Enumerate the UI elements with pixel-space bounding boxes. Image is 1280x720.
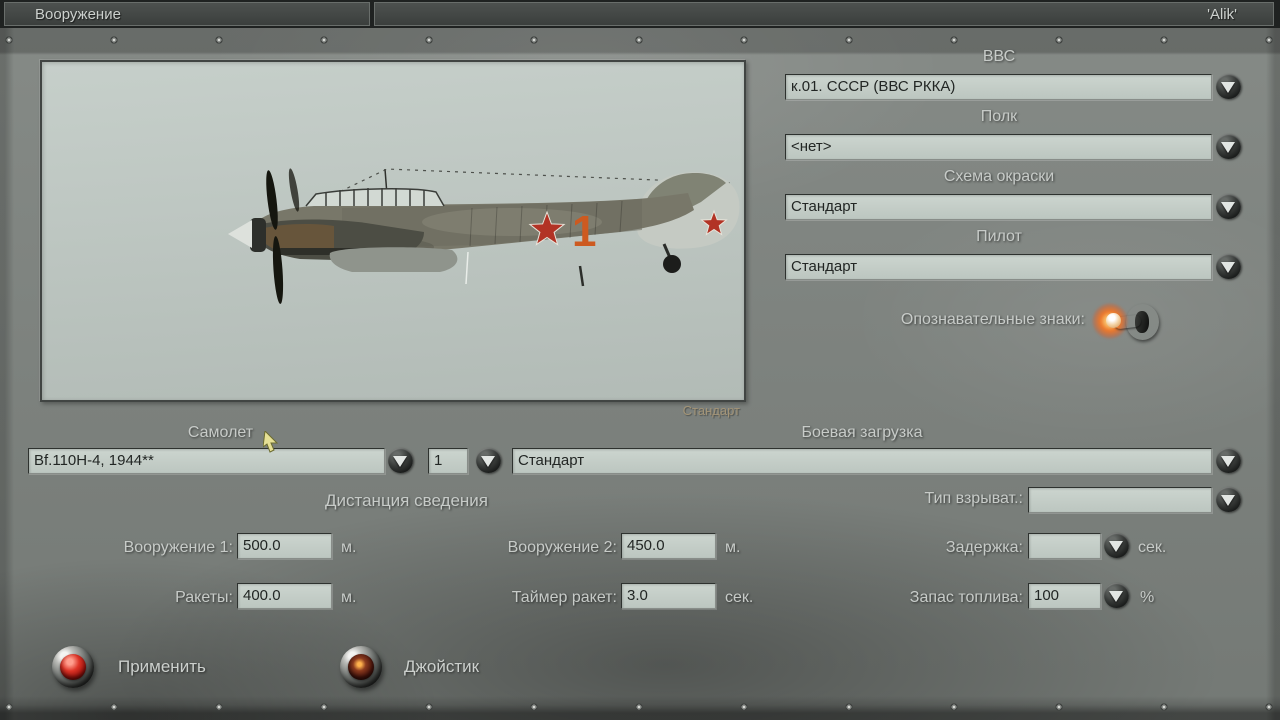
chevron-down-icon <box>1109 541 1123 552</box>
delay-dropdown-button[interactable] <box>1104 533 1129 558</box>
vvs-label: ВВС <box>982 48 1016 65</box>
rockets-unit: м. <box>341 589 357 606</box>
fuse-type-label: Тип взрыват.: <box>924 490 1023 507</box>
fuse-type-select[interactable] <box>1028 487 1212 513</box>
rocket-timer-label: Таймер ракет: <box>511 589 617 606</box>
chevron-down-icon <box>1221 262 1235 273</box>
fuel-dropdown-button[interactable] <box>1104 583 1129 608</box>
apply-button-label[interactable]: Применить <box>118 657 206 677</box>
regiment-dropdown-button[interactable] <box>1216 134 1241 159</box>
dark-button-icon <box>348 654 374 680</box>
pilot-select[interactable]: Стандарт <box>785 254 1212 280</box>
vvs-dropdown-button[interactable] <box>1216 74 1241 99</box>
rocket-timer-input[interactable]: 3.0 <box>621 583 716 609</box>
paint-scheme-dropdown-button[interactable] <box>1216 194 1241 219</box>
chevron-down-icon <box>1221 456 1235 467</box>
weapon2-input[interactable]: 450.0 <box>621 533 716 559</box>
pilot-dropdown-button[interactable] <box>1216 254 1241 279</box>
vvs-select[interactable]: к.01. СССР (ВВС РККА) <box>785 74 1212 100</box>
chevron-down-icon <box>1221 202 1235 213</box>
weapon1-unit: м. <box>341 539 357 556</box>
aircraft-side-view-image: 1 <box>228 168 740 304</box>
rockets-input[interactable]: 400.0 <box>237 583 332 609</box>
armament-screen: Вооружение 'Alik' 1 Стандарт ВВС к.01. С… <box>0 0 1280 720</box>
chevron-down-icon <box>393 456 407 467</box>
markings-label: Опознавательные знаки: <box>900 311 1085 328</box>
paint-scheme-select[interactable]: Стандарт <box>785 194 1212 220</box>
tab-armament[interactable]: Вооружение <box>4 2 370 26</box>
delay-label: Задержка: <box>945 539 1023 556</box>
joystick-button-label[interactable]: Джойстик <box>404 657 479 677</box>
chevron-down-icon <box>1109 591 1123 602</box>
loadout-label: Боевая загрузка <box>801 424 923 441</box>
regiment-select[interactable]: <нет> <box>785 134 1212 160</box>
weapon1-label: Вооружение 1: <box>123 539 233 556</box>
delay-unit: сек. <box>1138 539 1167 556</box>
convergence-title: Дистанция сведения <box>325 491 488 510</box>
loadout-select[interactable]: Стандарт <box>512 448 1212 474</box>
aircraft-count-field[interactable]: 1 <box>428 448 468 474</box>
toggle-tip-icon <box>1106 313 1121 328</box>
aircraft-select[interactable]: Bf.110H-4, 1944** <box>28 448 385 474</box>
tab-player-name[interactable]: 'Alik' <box>374 2 1274 26</box>
fuel-input[interactable]: 100 <box>1028 583 1101 609</box>
pilot-label: Пилот <box>976 228 1022 245</box>
chevron-down-icon <box>1221 82 1235 93</box>
apply-button[interactable] <box>52 646 94 688</box>
markings-toggle[interactable] <box>1092 301 1160 343</box>
aircraft-dropdown-button[interactable] <box>388 448 413 473</box>
paint-scheme-label: Схема окраски <box>943 168 1055 185</box>
tactical-number: 1 <box>572 207 596 256</box>
rocket-timer-unit: сек. <box>725 589 754 606</box>
fuse-type-dropdown-button[interactable] <box>1216 487 1241 512</box>
red-button-icon <box>60 654 86 680</box>
rockets-label: Ракеты: <box>175 589 233 606</box>
mouse-cursor-icon <box>263 431 279 453</box>
aircraft-label: Самолет <box>187 424 254 441</box>
loadout-dropdown-button[interactable] <box>1216 448 1241 473</box>
fuel-unit: % <box>1140 589 1155 606</box>
screw-row-top-icon <box>3 34 1277 46</box>
weapon2-unit: м. <box>725 539 741 556</box>
joystick-button[interactable] <box>340 646 382 688</box>
chevron-down-icon <box>481 456 495 467</box>
weapon1-input[interactable]: 500.0 <box>237 533 332 559</box>
fuel-label: Запас топлива: <box>909 589 1023 606</box>
chevron-down-icon <box>1221 495 1235 506</box>
aircraft-preview: 1 <box>40 60 746 402</box>
chevron-down-icon <box>1221 142 1235 153</box>
skin-caption: Стандарт <box>682 403 740 418</box>
weapon2-label: Вооружение 2: <box>507 539 617 556</box>
delay-input[interactable] <box>1028 533 1101 559</box>
aircraft-count-dropdown-button[interactable] <box>476 448 501 473</box>
top-tab-bar: Вооружение 'Alik' <box>0 0 1280 28</box>
screw-row-bottom-icon <box>3 701 1277 713</box>
regiment-label: Полк <box>980 108 1018 125</box>
